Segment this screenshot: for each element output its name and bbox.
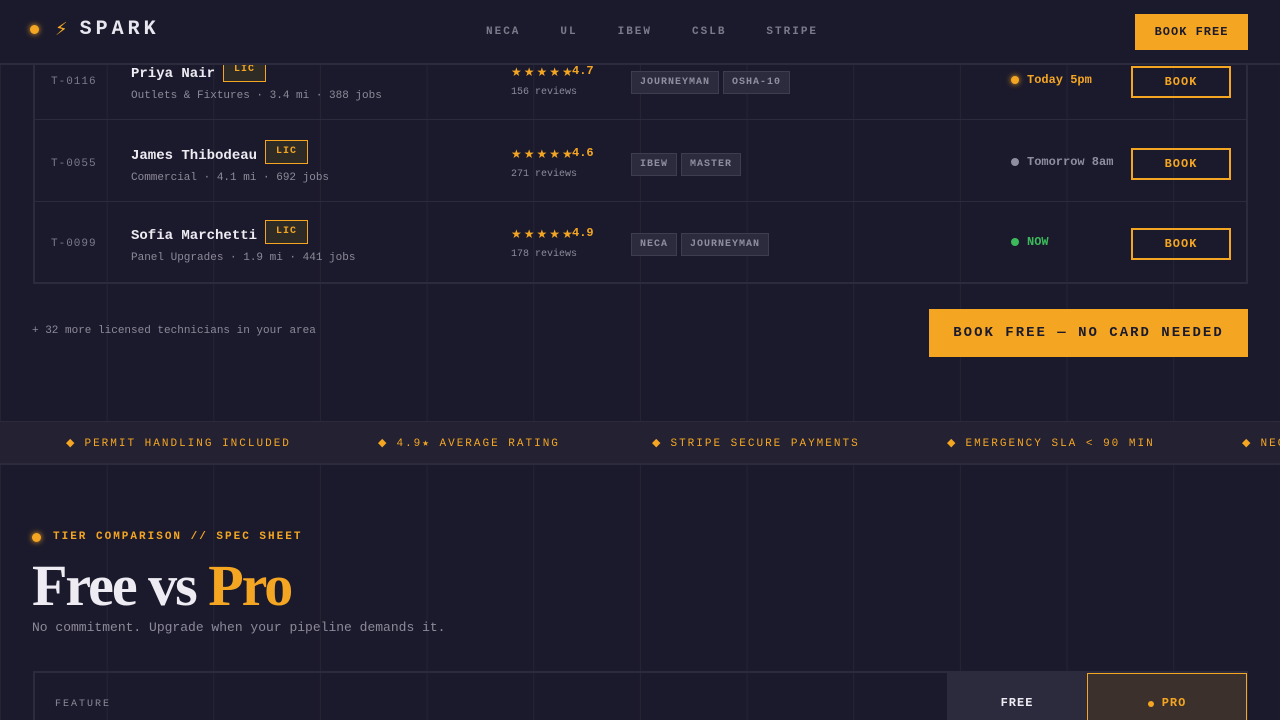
- diamond-icon: ◆: [66, 436, 77, 449]
- eyebrow-label: TIER COMPARISON // SPEC SHEET: [53, 531, 303, 543]
- brand-name: SPARK: [79, 18, 160, 41]
- feature-column-header: FEATURE: [55, 699, 112, 710]
- technician-meta: Panel Upgrades · 1.9 mi · 441 jobs: [131, 252, 356, 264]
- ticker-item: ◆ 4.9★ AVERAGE RATING: [378, 436, 560, 450]
- certification-tags: IBEW MASTER: [631, 153, 745, 176]
- ticker-label: STRIPE SECURE PAYMENTS: [670, 438, 860, 450]
- ticker-item: ◆ EMERGENCY SLA < 90 MIN: [947, 436, 1155, 450]
- nav-link-cslb[interactable]: CSLB: [692, 26, 726, 38]
- section-subtitle: No commitment. Upgrade when your pipelin…: [32, 620, 446, 635]
- certification-tag: JOURNEYMAN: [681, 233, 770, 256]
- certification-tag: IBEW: [631, 153, 678, 176]
- top-navigation: ⚡ SPARK NECA UL IBEW CSLB STRIPE BOOK FR…: [0, 0, 1280, 65]
- review-count: 178 reviews: [511, 249, 578, 260]
- nav-link-neca[interactable]: NECA: [486, 26, 520, 38]
- availability-dot-icon: [1011, 238, 1019, 246]
- pro-dot-icon: [1147, 701, 1154, 707]
- free-column-header: FREE: [947, 673, 1087, 720]
- rating-value: 4.9: [572, 226, 594, 240]
- book-button[interactable]: BOOK: [1131, 228, 1231, 260]
- ticker-label: EMERGENCY SLA < 90 MIN: [965, 438, 1155, 450]
- technician-table: T-0116 Priya Nair LIC Outlets & Fixtures…: [33, 40, 1248, 284]
- section-eyebrow: TIER COMPARISON // SPEC SHEET: [32, 531, 302, 543]
- rating-value: 4.6: [572, 146, 594, 160]
- technician-name[interactable]: Sofia Marchetti: [131, 228, 257, 244]
- certification-tag: NECA: [631, 233, 678, 256]
- technician-name[interactable]: James Thibodeau: [131, 148, 257, 164]
- availability: NOW: [1011, 235, 1049, 249]
- diamond-icon: ◆: [378, 436, 389, 449]
- pro-column-header: PRO: [1087, 673, 1247, 720]
- nav-link-stripe[interactable]: STRIPE: [766, 26, 818, 38]
- table-row: T-0055 James Thibodeau LIC Commercial · …: [35, 122, 1246, 202]
- diamond-icon: ◆: [1242, 436, 1253, 449]
- availability-label: Today 5pm: [1027, 73, 1092, 87]
- feature-ticker: ◆ PERMIT HANDLING INCLUDED ◆ 4.9★ AVERAGE …: [0, 421, 1280, 465]
- table-row: T-0099 Sofia Marchetti LIC Panel Upgrade…: [35, 202, 1246, 282]
- book-button[interactable]: BOOK: [1131, 66, 1231, 98]
- book-free-no-card-button[interactable]: BOOK FREE — NO CARD NEEDED: [929, 309, 1248, 357]
- availability: Tomorrow 8am: [1011, 155, 1113, 169]
- nav-links: NECA UL IBEW CSLB STRIPE: [466, 26, 838, 38]
- technician-id: T-0055: [51, 158, 97, 170]
- certification-tag: JOURNEYMAN: [631, 71, 720, 94]
- certification-tags: NECA JOURNEYMAN: [631, 233, 773, 256]
- technician-name[interactable]: Priya Nair: [131, 66, 215, 82]
- brand-logo[interactable]: ⚡ SPARK: [30, 18, 160, 41]
- technician-meta: Outlets & Fixtures · 3.4 mi · 388 jobs: [131, 90, 382, 102]
- ticker-label: 4.9★ AVERAGE RATING: [396, 438, 560, 450]
- ticker-item: ◆ STRIPE SECURE PAYMENTS: [652, 436, 860, 450]
- license-badge: LIC: [265, 140, 309, 164]
- availability-label: Tomorrow 8am: [1027, 155, 1114, 169]
- availability: Today 5pm: [1011, 73, 1092, 87]
- ticker-item: ◆ PERMIT HANDLING INCLUDED: [66, 436, 291, 450]
- technician-meta: Commercial · 4.1 mi · 692 jobs: [131, 172, 330, 184]
- certification-tag: OSHA-10: [723, 71, 791, 94]
- certification-tags: JOURNEYMAN OSHA-10: [631, 71, 794, 94]
- comparison-table-header: FEATURE FREE PRO: [33, 671, 1248, 720]
- review-count: 156 reviews: [511, 87, 578, 98]
- technician-id: T-0099: [51, 238, 97, 250]
- more-technicians-text: + 32 more licensed technicians in your a…: [32, 325, 316, 337]
- title-pro: Pro: [208, 553, 293, 618]
- diamond-icon: ◆: [652, 436, 663, 449]
- star-icon: ★★★★★: [511, 227, 575, 241]
- status-dot-icon: [30, 25, 39, 34]
- book-free-button[interactable]: BOOK FREE: [1135, 14, 1248, 50]
- nav-link-ul[interactable]: UL: [560, 26, 577, 38]
- title-free-vs: Free vs: [32, 553, 209, 618]
- book-button[interactable]: BOOK: [1131, 148, 1231, 180]
- license-badge: LIC: [265, 220, 309, 244]
- certification-tag: MASTER: [681, 153, 742, 176]
- rating-value: 4.7: [572, 64, 594, 78]
- technician-id: T-0116: [51, 76, 97, 88]
- availability-dot-icon: [1011, 76, 1019, 84]
- section-title: Free vs Pro: [32, 552, 293, 619]
- star-icon: ★★★★★: [511, 65, 575, 79]
- diamond-icon: ◆: [947, 436, 958, 449]
- availability-label: NOW: [1027, 235, 1049, 249]
- availability-dot-icon: [1011, 158, 1019, 166]
- review-count: 271 reviews: [511, 169, 578, 180]
- ticker-label: NECA: [1260, 438, 1280, 450]
- star-icon: ★★★★★: [511, 147, 575, 161]
- status-dot-icon: [32, 532, 41, 542]
- nav-link-ibew[interactable]: IBEW: [618, 26, 652, 38]
- pro-label: PRO: [1161, 696, 1187, 710]
- ticker-item: ◆ NECA: [1242, 436, 1280, 450]
- ticker-label: PERMIT HANDLING INCLUDED: [84, 438, 291, 450]
- lightning-bolt-icon: ⚡: [55, 19, 68, 40]
